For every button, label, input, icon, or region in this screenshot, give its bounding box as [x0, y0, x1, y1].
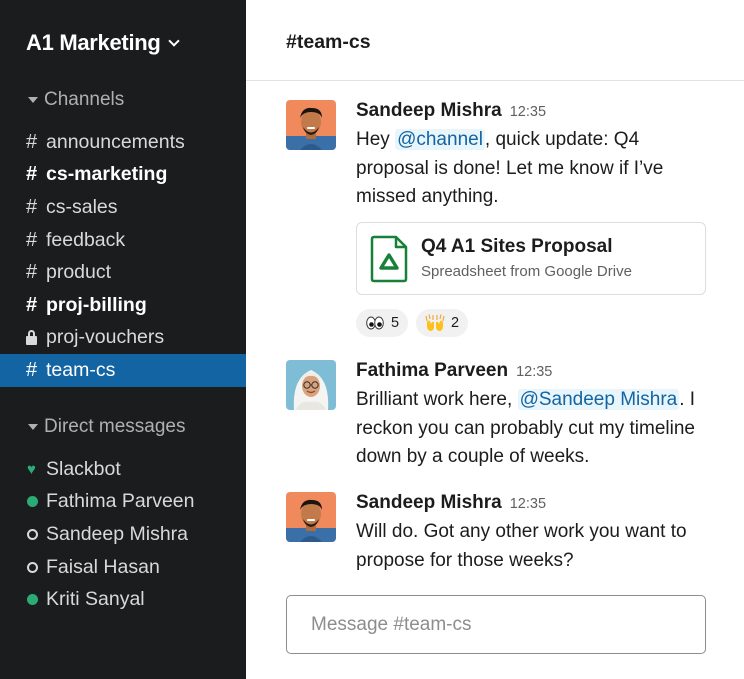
attachment-title: Q4 A1 Sites Proposal: [421, 236, 613, 257]
eyes-icon: [365, 316, 385, 330]
hash-icon: #: [26, 228, 38, 251]
timestamp[interactable]: 12:35: [516, 364, 552, 380]
reaction-raised-hands[interactable]: 2: [416, 309, 469, 337]
hash-icon: #: [26, 163, 38, 186]
hash-icon: #: [26, 261, 38, 284]
dm-item-faisal-hasan[interactable]: Faisal Hasan: [0, 551, 246, 584]
sidebar-item-announcements[interactable]: # announcements: [0, 126, 246, 159]
dm-name: Sandeep Mishra: [46, 522, 189, 545]
reaction-eyes[interactable]: 5: [356, 309, 409, 337]
dm-section-label: Direct messages: [44, 416, 186, 437]
author-name[interactable]: Fathima Parveen: [356, 360, 508, 382]
channels-section-toggle[interactable]: Channels: [28, 89, 124, 111]
away-status-icon: [27, 561, 38, 573]
channel-name: cs-marketing: [46, 163, 168, 186]
message-input[interactable]: [287, 596, 705, 653]
timestamp[interactable]: 12:35: [510, 496, 546, 512]
online-status-icon: [27, 496, 38, 508]
lock-icon: [26, 329, 46, 345]
message-header: Sandeep Mishra 12:35: [356, 492, 716, 518]
message-text: Hey @channel, quick update: Q4 proposal …: [356, 126, 716, 212]
sidebar-item-feedback[interactable]: # feedback: [0, 224, 246, 257]
raised-hands-icon: [425, 314, 445, 332]
avatar[interactable]: [286, 360, 336, 410]
file-attachment[interactable]: Q4 A1 Sites Proposal Spreadsheet from Go…: [356, 222, 706, 295]
author-name[interactable]: Sandeep Mishra: [356, 100, 502, 122]
hash-icon: #: [26, 130, 38, 153]
sidebar-item-proj-vouchers[interactable]: proj-vouchers: [0, 322, 246, 355]
message-body: Fathima Parveen 12:35 Brilliant work her…: [356, 360, 716, 472]
dm-item-slackbot[interactable]: ♥ Slackbot: [0, 453, 246, 486]
message-text-part: Hey: [356, 129, 396, 150]
channel-name: product: [46, 261, 112, 284]
caret-down-icon: [28, 424, 38, 430]
channel-mention[interactable]: @channel: [395, 129, 485, 150]
sidebar-item-team-cs[interactable]: # team-cs: [0, 354, 246, 387]
dm-item-sandeep-mishra[interactable]: Sandeep Mishra: [0, 518, 246, 551]
message-composer: [286, 595, 706, 654]
workspace-name: A1 Marketing: [26, 30, 161, 55]
channel-name: cs-sales: [46, 195, 118, 218]
author-name[interactable]: Sandeep Mishra: [356, 492, 502, 514]
sidebar-item-cs-sales[interactable]: # cs-sales: [0, 191, 246, 224]
sidebar-item-product[interactable]: # product: [0, 256, 246, 289]
message-body: Sandeep Mishra 12:35 Hey @channel, quick…: [356, 100, 716, 212]
channel-name: feedback: [46, 228, 126, 251]
heart-icon: ♥: [27, 460, 36, 478]
hash-icon: #: [26, 358, 38, 381]
dm-name: Faisal Hasan: [46, 555, 160, 578]
reaction-count: 5: [391, 315, 400, 331]
dm-section-toggle[interactable]: Direct messages: [28, 416, 186, 438]
online-status-icon: [27, 594, 38, 606]
dm-list: ♥ Slackbot Fathima Parveen Sandeep Mishr…: [0, 453, 246, 616]
message-text: Brilliant work here, @Sandeep Mishra. I …: [356, 386, 716, 472]
channel-header: #team-cs: [246, 0, 744, 81]
dm-item-kriti-sanyal[interactable]: Kriti Sanyal: [0, 583, 246, 616]
hash-icon: #: [26, 195, 38, 218]
avatar[interactable]: [286, 100, 336, 150]
away-status-icon: [27, 528, 38, 540]
sidebar-item-cs-marketing[interactable]: # cs-marketing: [0, 159, 246, 192]
google-drive-icon: [369, 235, 409, 288]
reaction-count: 2: [451, 315, 460, 331]
sidebar: A1 Marketing Channels # announcements # …: [0, 0, 246, 679]
caret-down-icon: [28, 97, 38, 103]
dm-name: Kriti Sanyal: [46, 588, 145, 611]
sidebar-item-proj-billing[interactable]: # proj-billing: [0, 289, 246, 322]
channel-title-name: team-cs: [296, 31, 371, 53]
channel-name: team-cs: [46, 358, 116, 381]
channel-title[interactable]: #team-cs: [286, 31, 371, 54]
timestamp[interactable]: 12:35: [510, 104, 546, 120]
chevron-down-icon: [167, 35, 180, 47]
avatar[interactable]: [286, 492, 336, 542]
workspace-switcher[interactable]: A1 Marketing: [26, 30, 180, 56]
channel-name: proj-vouchers: [46, 326, 165, 349]
dm-item-fathima-parveen[interactable]: Fathima Parveen: [0, 486, 246, 519]
message-header: Sandeep Mishra 12:35: [356, 100, 716, 126]
attachment-subtitle: Spreadsheet from Google Drive: [421, 263, 632, 280]
channels-section-label: Channels: [44, 89, 125, 110]
dm-name: Slackbot: [46, 457, 121, 480]
message-text-part: Brilliant work here,: [356, 389, 518, 410]
message-text: Will do. Got any other work you want to …: [356, 521, 687, 571]
message-body: Sandeep Mishra 12:35 Will do. Got any ot…: [356, 492, 716, 575]
user-mention[interactable]: @Sandeep Mishra: [517, 389, 680, 410]
message-header: Fathima Parveen 12:35: [356, 360, 716, 386]
channel-list: # announcements # cs-marketing # cs-sale…: [0, 126, 246, 387]
hash-icon: #: [26, 293, 38, 316]
dm-name: Fathima Parveen: [46, 490, 195, 513]
channel-name: proj-billing: [46, 293, 147, 316]
channel-hash: #: [286, 31, 297, 53]
channel-name: announcements: [46, 130, 185, 153]
